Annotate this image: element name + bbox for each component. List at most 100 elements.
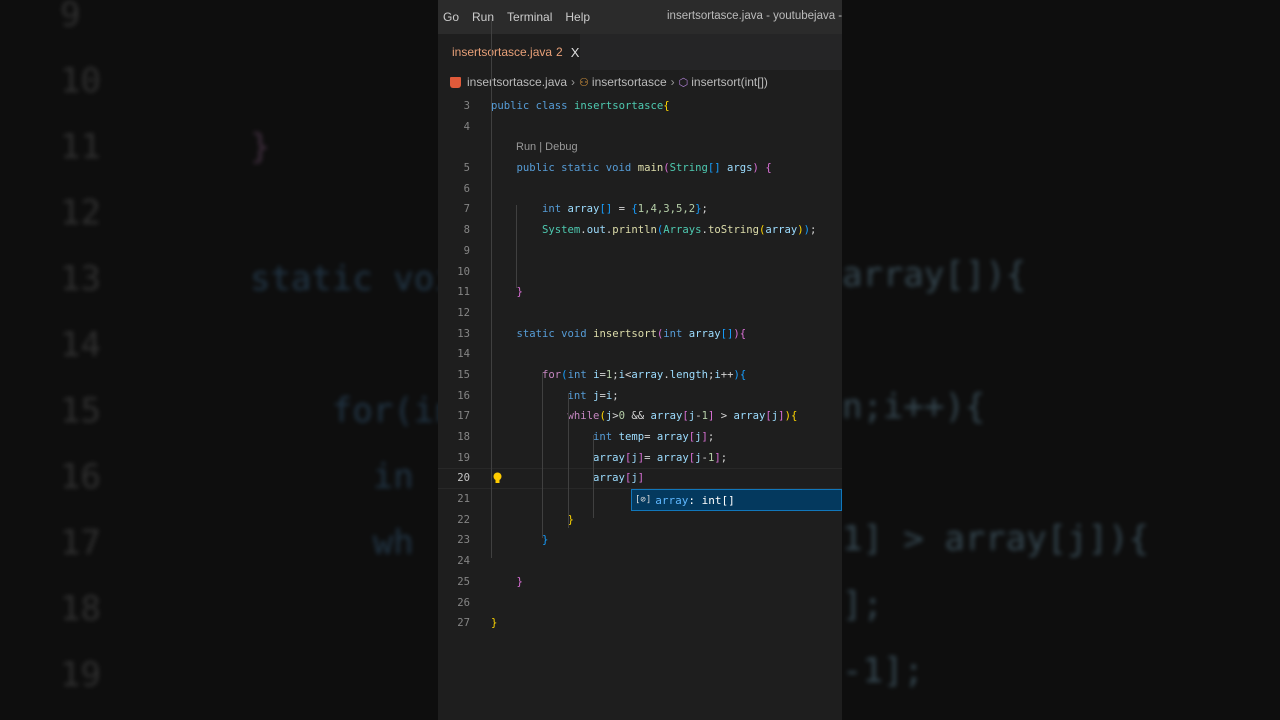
code-token: = (612, 203, 632, 216)
indent-guide (593, 435, 594, 518)
code-line: 22 } (438, 510, 842, 531)
code-token: array (650, 410, 683, 423)
menu-go[interactable]: Go (443, 10, 459, 24)
tab-insertsortasce[interactable]: insertsortasce.java 2 X (438, 34, 580, 70)
bg-line-number: 10 (60, 61, 101, 101)
vscode-window: Go Run Terminal Help insertsortasce.java… (438, 0, 842, 720)
variable-icon: [⊘] (635, 495, 652, 505)
code-token: ; (720, 451, 728, 464)
line-number: 8 (463, 224, 470, 237)
indent-guide (568, 393, 569, 528)
code-token: && (625, 410, 651, 423)
suggestion-type: : int[] (688, 493, 735, 507)
code-token: String (669, 162, 708, 175)
code-line: 8 System.out.println(Arrays.toString(arr… (438, 220, 842, 241)
code-token: array (656, 451, 689, 464)
code-token: ] (637, 472, 645, 485)
code-line: 9 (438, 241, 842, 262)
line-number: 26 (457, 596, 470, 609)
breadcrumb: insertsortasce.java › ⚇ insertsortasce ›… (438, 70, 842, 94)
code-token: } (491, 513, 574, 526)
code-line: 7 int array[] = {1,4,3,5,2}; (438, 199, 842, 220)
breadcrumb-method[interactable]: insertsort(int[]) (691, 75, 768, 89)
code-token: ; (701, 203, 708, 216)
breadcrumb-file[interactable]: insertsortasce.java (467, 75, 567, 89)
line-number: 17 (457, 410, 470, 423)
code-line: 25 } (438, 572, 842, 593)
indent-guide (491, 19, 492, 558)
code-token: public (491, 100, 536, 112)
window-title: insertsortasce.java - youtubejava - Visu… (667, 10, 842, 22)
bg-line-number: 16 (60, 457, 101, 497)
code-line: 15 for(int i=1;i<array.length;i++){ (438, 365, 842, 386)
code-token: { (663, 100, 670, 112)
class-icon: ⚇ (579, 76, 589, 89)
menu-help[interactable]: Help (565, 10, 590, 24)
java-file-icon (450, 76, 461, 88)
indent-guide (516, 205, 517, 288)
blurred-background-left: 9 10 11} 12 13 static voi 14 15 for(in 16 in 17 w… (0, 0, 438, 720)
code-token: ; (810, 224, 817, 237)
code-token: ++ (720, 368, 734, 381)
code-token: = (644, 451, 657, 464)
line-number: 5 (463, 162, 470, 175)
code-line: 17 while(j>0 && array[j-1] > array[j]){ (438, 406, 842, 427)
method-cube-icon: ⬡ (678, 76, 689, 89)
line-number: 10 (457, 265, 470, 278)
code-line: 13 static void insertsort(int array[]){ (438, 324, 842, 345)
code-token: ; (612, 389, 619, 402)
code-token: } (491, 617, 498, 630)
code-line: 18 int temp= array[j]; (438, 427, 842, 448)
code-token: int (663, 327, 689, 340)
bg-line-number: 13 (60, 259, 101, 299)
code-editor[interactable]: 3 public class insertsortasce{4 Run | Debu… (438, 19, 842, 634)
code-line: 5 public static void main(String[] args)… (438, 158, 842, 179)
blurred-background-right: array[]){n;i++){1] > array[j]){]; -1]; (842, 0, 1280, 720)
code-token: temp (618, 431, 645, 443)
code-token: array (567, 203, 600, 216)
line-number: 13 (457, 327, 470, 340)
code-line: 12 (438, 303, 842, 324)
bg-line-number: 11 (60, 127, 101, 167)
bg-line-number: 15 (60, 391, 101, 431)
problems-count: 2 (556, 45, 563, 59)
chevron-right-icon: › (670, 75, 675, 89)
code-token: insertsort (593, 327, 657, 340)
code-line: 26 (438, 593, 842, 614)
code-token: int (491, 431, 619, 443)
bg-code: static voi (250, 259, 438, 299)
bg-code: wh (250, 523, 414, 563)
bg-code: for(in (250, 391, 438, 431)
close-icon[interactable]: X (571, 45, 580, 60)
code-token: int (491, 203, 568, 216)
line-number: 16 (457, 389, 470, 402)
code-token: array (765, 224, 798, 237)
line-number: 24 (457, 555, 470, 568)
bg-line-number: 12 (60, 193, 101, 233)
line-number: 4 (463, 120, 470, 133)
code-token: array (631, 368, 664, 381)
code-token: array (656, 431, 689, 443)
code-token: array (688, 327, 721, 340)
code-token: args (720, 162, 753, 175)
code-token: static void (491, 327, 594, 340)
code-token: } (491, 534, 549, 547)
code-token: [] (599, 203, 613, 216)
bg-line-number: 18 (60, 589, 101, 629)
line-number: 14 (457, 348, 470, 361)
code-token: out (586, 224, 606, 237)
chevron-right-icon: › (571, 75, 576, 89)
code-token: println (612, 224, 657, 237)
run-debug-codelens[interactable]: Run | Debug (516, 137, 578, 158)
code-line: 6 (438, 179, 842, 200)
line-number: 3 (463, 100, 470, 112)
breadcrumb-class[interactable]: insertsortasce (592, 75, 667, 89)
line-number: 20 (457, 472, 470, 485)
code-line: 4 (438, 117, 842, 138)
menu-terminal[interactable]: Terminal (507, 10, 552, 24)
code-token: } (491, 286, 523, 299)
line-number: 25 (457, 575, 470, 588)
autocomplete-suggestion[interactable]: [⊘] array : int[] (631, 489, 842, 511)
code-token: ; (707, 431, 715, 443)
code-token: for (491, 368, 562, 381)
